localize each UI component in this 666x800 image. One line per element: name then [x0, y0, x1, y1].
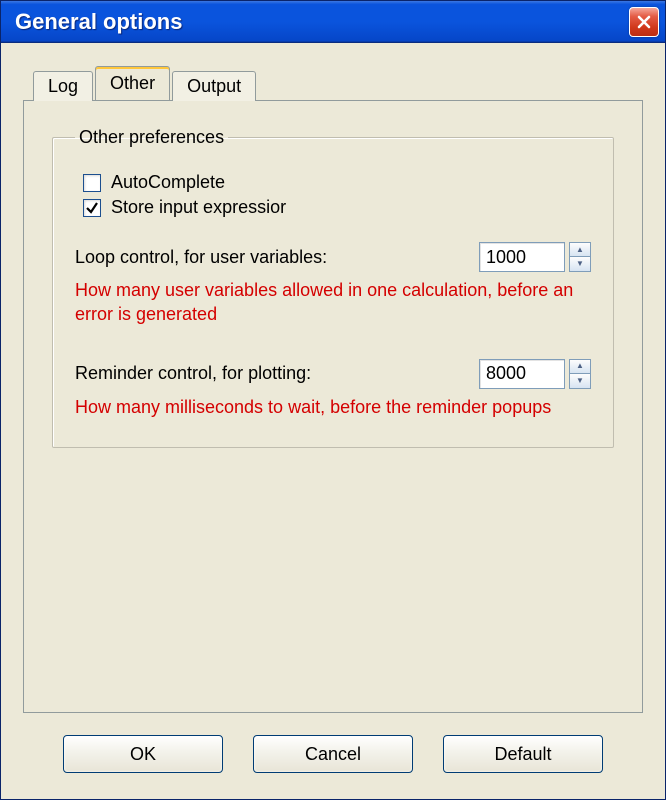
ok-button[interactable]: OK	[63, 735, 223, 773]
loop-spin-down[interactable]: ▼	[569, 257, 591, 272]
reminder-spin-down[interactable]: ▼	[569, 374, 591, 389]
loop-control-input[interactable]	[479, 242, 565, 272]
group-legend: Other preferences	[75, 127, 228, 148]
title-bar: General options	[1, 1, 665, 43]
window-title: General options	[15, 9, 629, 35]
reminder-control-hint: How many milliseconds to wait, before th…	[75, 395, 591, 419]
loop-control-hint: How many user variables allowed in one c…	[75, 278, 591, 327]
autocomplete-label: AutoComplete	[111, 172, 225, 193]
close-icon	[637, 15, 651, 29]
dialog-window: General options Log Other Output Other p…	[0, 0, 666, 800]
cancel-button[interactable]: Cancel	[253, 735, 413, 773]
loop-control-spinner: ▲ ▼	[479, 242, 591, 272]
store-expression-label: Store input expressior	[111, 197, 286, 218]
reminder-control-input[interactable]	[479, 359, 565, 389]
tab-output[interactable]: Output	[172, 71, 256, 101]
default-button[interactable]: Default	[443, 735, 603, 773]
reminder-spin-up[interactable]: ▲	[569, 359, 591, 374]
loop-control-label: Loop control, for user variables:	[75, 247, 479, 268]
tab-panel-other: Other preferences AutoComplete Store inp…	[23, 100, 643, 713]
store-expression-checkbox[interactable]	[83, 199, 101, 217]
dialog-button-row: OK Cancel Default	[23, 713, 643, 783]
tab-log[interactable]: Log	[33, 71, 93, 101]
client-area: Log Other Output Other preferences AutoC…	[1, 43, 665, 799]
close-button[interactable]	[629, 7, 659, 37]
autocomplete-checkbox[interactable]	[83, 174, 101, 192]
other-preferences-group: Other preferences AutoComplete Store inp…	[52, 127, 614, 448]
tab-strip: Log Other Output	[33, 65, 643, 100]
checkmark-icon	[85, 201, 99, 215]
tab-other[interactable]: Other	[95, 66, 170, 101]
reminder-control-label: Reminder control, for plotting:	[75, 363, 479, 384]
reminder-control-spinner: ▲ ▼	[479, 359, 591, 389]
loop-spin-up[interactable]: ▲	[569, 242, 591, 257]
